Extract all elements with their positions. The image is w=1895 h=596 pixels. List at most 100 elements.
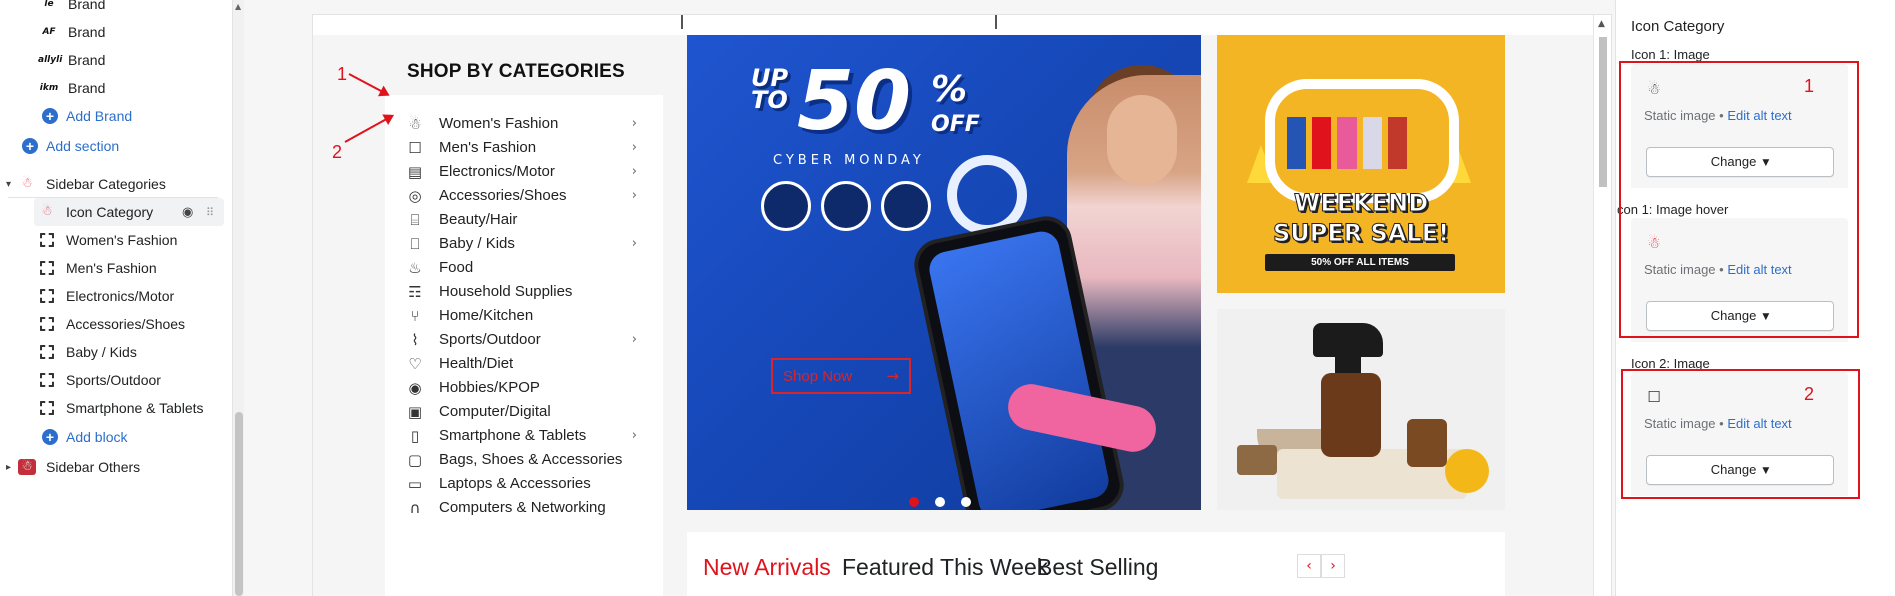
preview-scrollbar[interactable]: ▲ bbox=[1593, 15, 1611, 596]
add-block-button[interactable]: + Add block bbox=[0, 423, 232, 451]
tab-best-selling[interactable]: Best Selling bbox=[1037, 554, 1158, 581]
chevron-right-icon[interactable]: › bbox=[632, 428, 637, 443]
annotation-box-1 bbox=[1619, 61, 1859, 338]
add-brand-label: Add Brand bbox=[66, 108, 133, 124]
sections-tree: le Brand AF Brand allyli Brand ikm Brand… bbox=[0, 0, 232, 596]
banner-line1: WEEKEND bbox=[1293, 189, 1429, 218]
tree-section-sidebar-categories[interactable]: ▾ ☃ Sidebar Categories bbox=[0, 170, 232, 198]
next-arrow-button[interactable]: › bbox=[1321, 554, 1345, 578]
category-label: Sports/Outdoor bbox=[439, 331, 541, 348]
category-label: Beauty/Hair bbox=[439, 211, 518, 228]
add-section-button[interactable]: + Add section bbox=[0, 132, 232, 160]
block-placeholder-icon bbox=[40, 373, 54, 387]
gamepad-thumb bbox=[881, 181, 931, 231]
tree-item-brand-3[interactable]: allyli Brand bbox=[0, 46, 232, 74]
headphones-thumb bbox=[761, 181, 811, 231]
category-label: Health/Diet bbox=[439, 355, 514, 372]
category-item[interactable]: ∩ Computers & Networking bbox=[403, 493, 651, 522]
chevron-right-icon[interactable]: › bbox=[632, 116, 637, 131]
watch-thumb bbox=[821, 181, 871, 231]
spray-neck bbox=[1335, 355, 1361, 375]
category-label: Men's Fashion bbox=[439, 139, 537, 156]
disc-icon: ◉ bbox=[408, 378, 422, 397]
chevron-right-icon[interactable]: › bbox=[632, 332, 637, 347]
prev-arrow-button[interactable]: ‹ bbox=[1297, 554, 1321, 578]
block-placeholder-icon bbox=[40, 261, 54, 275]
brush-image bbox=[1237, 445, 1277, 475]
tree-item-brand-4[interactable]: ikm Brand bbox=[0, 74, 232, 102]
categories-title: SHOP BY CATEGORIES bbox=[407, 61, 625, 82]
drag-handle-icon[interactable]: ⠿ bbox=[206, 206, 214, 219]
carousel-dot[interactable] bbox=[961, 497, 971, 507]
category-label: Hobbies/KPOP bbox=[439, 379, 540, 396]
add-block-label: Add block bbox=[66, 429, 128, 445]
dress-icon: ☃ bbox=[408, 114, 422, 133]
category-label: Bags, Shoes & Accessories bbox=[439, 451, 623, 468]
tree-item-block-4[interactable]: Accessories/Shoes bbox=[0, 310, 232, 338]
hero-subtitle: CYBER MONDAY bbox=[773, 153, 925, 168]
tab-new-arrivals[interactable]: New Arrivals bbox=[703, 554, 831, 581]
chevron-right-icon[interactable]: › bbox=[632, 188, 637, 203]
shop-now-button[interactable]: Shop Now → bbox=[771, 358, 911, 394]
annotation-box-1-number: 1 bbox=[1804, 76, 1815, 96]
category-label: Smartphone & Tablets bbox=[439, 427, 587, 444]
spray-trigger bbox=[1313, 323, 1383, 357]
annotation-2: 2 bbox=[332, 142, 343, 162]
shopping-bags-image bbox=[1287, 95, 1408, 175]
carousel-dot[interactable] bbox=[909, 497, 919, 507]
headset-icon: ∩ bbox=[409, 498, 421, 517]
annotation-box-2 bbox=[1621, 369, 1860, 499]
block-placeholder-icon bbox=[40, 401, 54, 415]
household-banner[interactable] bbox=[1217, 309, 1505, 510]
ring-icon: ◎ bbox=[408, 186, 422, 205]
tree-section-sidebar-others[interactable]: ▸ ☃ Sidebar Others bbox=[0, 453, 232, 481]
block-placeholder-icon bbox=[40, 233, 54, 247]
brand-logo-icon: ikm bbox=[39, 83, 59, 93]
weekend-sale-banner[interactable]: WEEKEND SUPER SALE! 50% OFF ALL ITEMS bbox=[1217, 35, 1505, 293]
settings-panel: Icon Category Icon 1: Image ☃ Static ima… bbox=[1615, 0, 1895, 596]
divider bbox=[995, 15, 997, 29]
tree-item-block-3[interactable]: Electronics/Motor bbox=[0, 282, 232, 310]
left-scrollbar[interactable]: ▲ bbox=[232, 0, 244, 596]
tree-item-block-5[interactable]: Baby / Kids bbox=[0, 338, 232, 366]
category-label: Household Supplies bbox=[439, 283, 573, 300]
tree-item-icon-category[interactable]: ☃ Icon Category ◉ ⠿ bbox=[34, 198, 224, 226]
tree-item-block-1[interactable]: Women's Fashion bbox=[0, 226, 232, 254]
add-brand-button[interactable]: + Add Brand bbox=[0, 102, 232, 130]
tree-item-brand-2[interactable]: AF Brand bbox=[0, 18, 232, 46]
block-placeholder-icon bbox=[40, 345, 54, 359]
brand-logo-icon: le bbox=[44, 0, 54, 9]
chevron-right-icon[interactable]: › bbox=[632, 164, 637, 179]
block-placeholder-icon bbox=[40, 317, 54, 331]
shoe-icon: ⌇ bbox=[411, 330, 419, 349]
carousel-dot[interactable] bbox=[935, 497, 945, 507]
category-label: Electronics/Motor bbox=[439, 163, 555, 180]
tree-item-label: Brand bbox=[68, 24, 106, 40]
scrollbar-thumb[interactable] bbox=[1599, 37, 1607, 187]
tab-featured-this-week[interactable]: Featured This Week bbox=[842, 554, 1048, 581]
bag-icon: ▢ bbox=[407, 450, 423, 469]
jar-image bbox=[1407, 419, 1447, 467]
lipstick-icon: ⌸ bbox=[410, 210, 420, 229]
hero-banner[interactable]: UP TO 50 % OFF CYBER MONDAY Shop Now → bbox=[687, 35, 1201, 510]
tree-item-block-6[interactable]: Sports/Outdoor bbox=[0, 366, 232, 394]
tree-item-label: Electronics/Motor bbox=[66, 288, 175, 304]
tree-item-block-7[interactable]: Smartphone & Tablets bbox=[0, 394, 232, 422]
eye-icon[interactable]: ◉ bbox=[182, 205, 193, 220]
broom-icon: ☶ bbox=[408, 282, 422, 301]
caret-down-icon[interactable]: ▾ bbox=[6, 179, 18, 190]
tree-item-brand-1[interactable]: le Brand bbox=[0, 0, 232, 18]
category-label: Laptops & Accessories bbox=[439, 475, 591, 492]
tree-item-block-2[interactable]: Men's Fashion bbox=[0, 254, 232, 282]
icon1-image-label: Icon 1: Image bbox=[1631, 47, 1710, 62]
storefront: SHOP BY CATEGORIES ☃ Women's Fashion › ☐ Men… bbox=[313, 15, 1593, 596]
scroll-up-icon[interactable]: ▲ bbox=[1598, 19, 1605, 29]
chevron-right-icon[interactable]: › bbox=[632, 236, 637, 251]
spray-bottle-image bbox=[1321, 373, 1381, 457]
chevron-right-icon[interactable]: › bbox=[632, 140, 637, 155]
scrollbar-thumb[interactable] bbox=[235, 412, 243, 596]
scroll-up-icon[interactable]: ▲ bbox=[235, 2, 241, 11]
category-label: Baby / Kids bbox=[439, 235, 515, 252]
carousel-dots bbox=[909, 497, 971, 507]
caret-right-icon[interactable]: ▸ bbox=[6, 462, 18, 473]
